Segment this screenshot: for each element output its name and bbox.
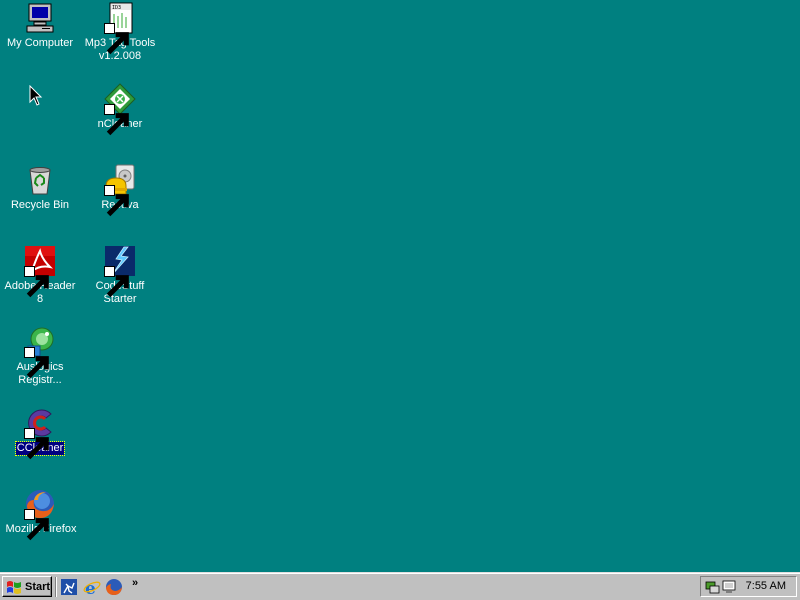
mp3-tag-tools-icon: ID3: [104, 2, 136, 55]
adobe-reader-icon: [24, 245, 56, 298]
desktop-icon-ncleaner[interactable]: nCleaner: [82, 83, 158, 136]
svg-text:e: e: [85, 579, 96, 596]
desktop-icon-recycle-bin[interactable]: Recycle Bin: [2, 164, 78, 212]
show-desktop-icon[interactable]: [60, 578, 78, 596]
codestuff-starter-icon: [104, 245, 136, 298]
auslogics-registry-icon: [24, 326, 56, 379]
shortcut-arrow-icon: [24, 509, 49, 541]
quick-launch-more-button[interactable]: »: [132, 577, 138, 589]
shortcut-arrow-icon: [104, 185, 129, 217]
desktop-icon-my-computer[interactable]: My Computer: [2, 2, 78, 50]
shortcut-arrow-icon: [104, 266, 129, 298]
recycle-bin-icon: [24, 164, 56, 196]
desktop-icon-label: My Computer: [6, 37, 74, 49]
desktop-icon-codestuff-starter[interactable]: CodeStuff Starter: [82, 245, 158, 306]
ncleaner-icon: [104, 83, 136, 136]
firefox-icon[interactable]: [105, 578, 123, 596]
internet-explorer-icon[interactable]: e: [83, 578, 101, 596]
shortcut-arrow-icon: [24, 347, 49, 379]
shortcut-arrow-icon: [24, 266, 49, 298]
ccleaner-icon: [24, 407, 56, 460]
desktop-icon-ccleaner[interactable]: CCleaner: [2, 407, 78, 460]
start-label: Start: [25, 580, 51, 593]
svg-text:ID3: ID3: [112, 5, 121, 11]
shortcut-arrow-icon: [104, 23, 129, 55]
desktop-icon-mozilla-firefox[interactable]: Mozilla Firefox: [2, 488, 78, 541]
clock[interactable]: 7:55 AM: [746, 580, 786, 592]
taskbar: Start e » 7:55 AM: [0, 572, 800, 600]
desktop-icon-recuva[interactable]: Recuva: [82, 164, 158, 217]
windows-logo-icon: [7, 580, 21, 594]
desktop-icon-mp3-tag-tools[interactable]: ID3 Mp3 Tag Tools v1.2.008: [82, 2, 158, 63]
firefox-icon: [24, 488, 56, 541]
shortcut-arrow-icon: [24, 428, 49, 460]
desktop-icon-auslogics-registry[interactable]: Auslogics Registr...: [2, 326, 78, 387]
network-icon[interactable]: [704, 579, 720, 595]
system-tray: 7:55 AM: [700, 576, 797, 597]
taskbar-separator: [55, 577, 57, 597]
recuva-icon: [104, 164, 136, 217]
desktop-icon-label: Recycle Bin: [10, 199, 70, 211]
start-button[interactable]: Start: [2, 576, 52, 597]
mouse-cursor-icon: [29, 85, 43, 106]
my-computer-icon: [24, 2, 56, 34]
display-icon[interactable]: [721, 579, 737, 595]
shortcut-arrow-icon: [104, 104, 129, 136]
desktop[interactable]: My Computer ID3 Mp3 Tag Tools v1.2.008 n…: [0, 0, 800, 572]
desktop-icon-adobe-reader[interactable]: Adobe Reader 8: [2, 245, 78, 306]
